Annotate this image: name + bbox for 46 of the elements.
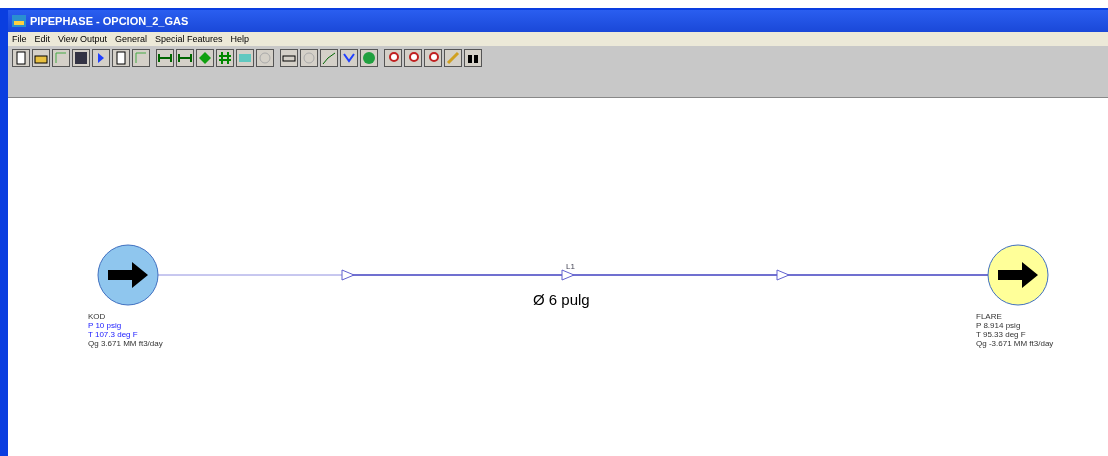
save-icon bbox=[74, 51, 88, 65]
pencil-icon bbox=[446, 51, 460, 65]
sink-node[interactable] bbox=[987, 244, 1049, 306]
disabled-icon bbox=[258, 51, 272, 65]
menu-item[interactable]: Edit bbox=[34, 34, 51, 44]
source-node[interactable] bbox=[97, 244, 159, 306]
link-label: L1 bbox=[566, 262, 575, 271]
toolbar-button[interactable] bbox=[12, 49, 30, 67]
toolbar-button[interactable] bbox=[424, 49, 442, 67]
pipe-icon bbox=[158, 51, 172, 65]
pipe-end-icon bbox=[178, 51, 192, 65]
arrow-icon bbox=[98, 53, 104, 63]
node-reading: T 107.3 deg F bbox=[88, 330, 139, 339]
node-name: KOD bbox=[88, 312, 107, 321]
page-icon bbox=[114, 51, 128, 65]
zoom-icon bbox=[386, 51, 400, 65]
node-reading: T 95.33 deg F bbox=[976, 330, 1027, 339]
node-reading: Qg -3.671 MM ft3/day bbox=[976, 339, 1054, 348]
block-icon bbox=[238, 51, 252, 65]
node-reading: P 10 psig bbox=[88, 321, 123, 330]
toolbar-button[interactable] bbox=[72, 49, 90, 67]
node-name: FLARE bbox=[976, 312, 1003, 321]
node-reading: P 8.914 psig bbox=[976, 321, 1022, 330]
menu-item[interactable]: Help bbox=[230, 34, 249, 44]
zoom-icon bbox=[406, 51, 420, 65]
toolbar-button[interactable] bbox=[384, 49, 402, 67]
toolbar-button[interactable] bbox=[404, 49, 422, 67]
zoom-icon bbox=[426, 51, 440, 65]
graph-icon bbox=[322, 51, 336, 65]
menu-item[interactable]: View Output bbox=[58, 34, 107, 44]
flow-marker-icon bbox=[341, 269, 355, 281]
pipe-diameter-label: Ø 6 pulg bbox=[533, 291, 590, 308]
flow-marker-icon bbox=[776, 269, 790, 281]
menu-item[interactable]: Special Features bbox=[154, 34, 223, 44]
junction-icon bbox=[218, 51, 232, 65]
node-reading: Qg 3.671 MM ft3/day bbox=[88, 339, 163, 348]
diamond-icon bbox=[198, 51, 212, 65]
menu-item[interactable]: File bbox=[12, 34, 27, 44]
flow-marker-icon bbox=[561, 269, 575, 281]
toolbar-button[interactable] bbox=[112, 49, 130, 67]
app-icon bbox=[12, 15, 26, 27]
new-file-icon bbox=[14, 51, 28, 65]
menu-item[interactable]: General bbox=[114, 34, 147, 44]
window-title: PIPEPHASE - OPCION_2_GAS bbox=[30, 15, 189, 27]
globe-icon bbox=[362, 51, 376, 65]
disabled-icon bbox=[302, 51, 316, 65]
